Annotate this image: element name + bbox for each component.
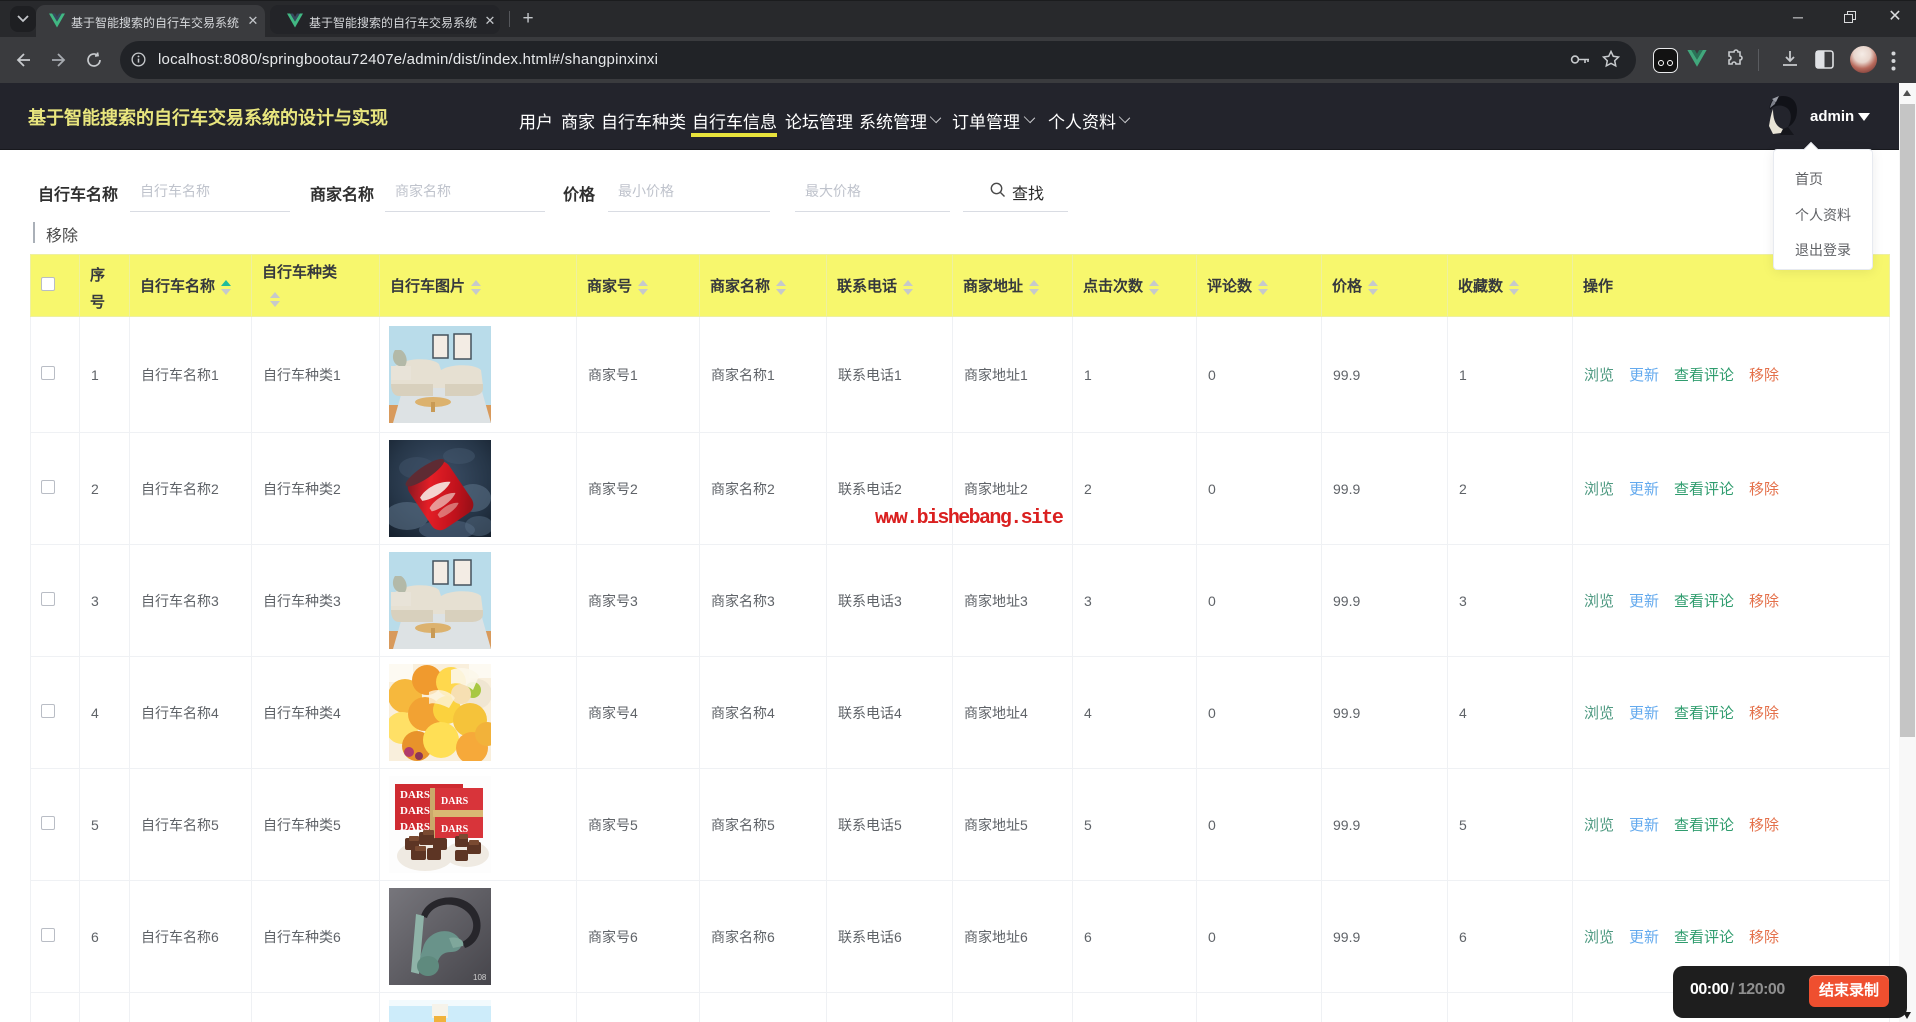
svg-text:DARS: DARS (441, 824, 469, 835)
svg-text:DARS: DARS (400, 805, 430, 817)
svg-text:108: 108 (473, 973, 487, 982)
svg-text:DARS: DARS (441, 796, 469, 807)
svg-text:DARS: DARS (400, 789, 430, 801)
